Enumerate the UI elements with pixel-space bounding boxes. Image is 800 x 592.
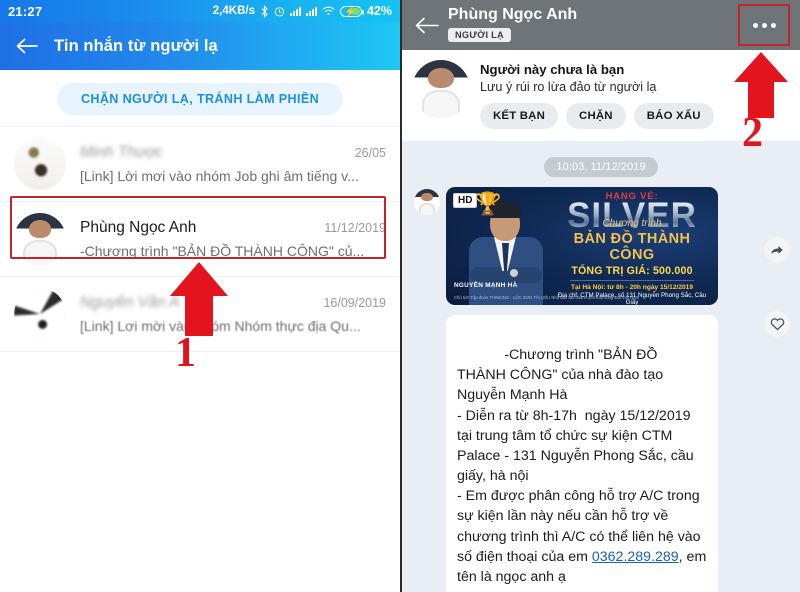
list-item-body: Phùng Ngọc Anh 11/12/2019 -Chương trình …	[80, 219, 386, 259]
list-item-header: Minh Thược 26/05	[80, 144, 386, 162]
wifi-icon	[322, 6, 335, 16]
banner-text-block: HẠNG VÉ: SILVER Chương trình BẢN ĐỒ THÀN…	[554, 191, 710, 305]
back-arrow-icon[interactable]	[14, 33, 40, 59]
annotation-step-number: 1	[175, 330, 196, 376]
status-badge: NGƯỜI LẠ	[448, 27, 511, 42]
list-item[interactable]: Nguyễn Văn A 16/09/2019 [Link] Lơi mời v…	[0, 277, 400, 352]
forward-icon	[764, 237, 790, 263]
list-item[interactable]: Phùng Ngọc Anh 11/12/2019 -Chương trình …	[0, 202, 400, 277]
hd-badge: HD	[453, 193, 478, 208]
avatar	[14, 138, 66, 190]
message-image-attachment[interactable]: HD 🏆 HẠNG VÉ: SILVER Chương trình BẢN ĐỒ…	[446, 187, 718, 305]
annotation-step-number: 2	[742, 110, 763, 156]
dot-icon	[770, 22, 776, 28]
block-strangers-banner: CHẶN NGƯỜI LẠ, TRÁNH LÀM PHIỀN	[0, 70, 400, 127]
right-phone-panel: Phùng Ngọc Anh NGƯỜI LẠ Người này chưa l…	[400, 0, 800, 592]
list-item-body: Minh Thược 26/05 [Link] Lời mơi vào nhóm…	[80, 144, 386, 184]
banner-speaker-name: NGUYỄN MẠNH HÀ	[454, 282, 518, 289]
block-strangers-button[interactable]: CHẶN NGƯỜI LẠ, TRÁNH LÀM PHIỀN	[56, 83, 344, 115]
message-date: 16/09/2019	[323, 296, 386, 310]
chat-top-bar: Phùng Ngọc Anh NGƯỜI LẠ	[402, 0, 800, 50]
alarm-icon	[274, 6, 285, 17]
message-snippet: [Link] Lơi mời vào nhóm Nhóm thực địa Qu…	[80, 318, 361, 334]
dot-icon	[761, 22, 767, 28]
avatar	[14, 213, 66, 265]
message-bubble[interactable]: -Chương trình "BẢN ĐỒ THÀNH CÔNG" của nh…	[446, 315, 718, 592]
message-text: -Chương trình "BẢN ĐỒ THÀNH CÔNG" của nh…	[457, 347, 701, 565]
chat-title-block: Phùng Ngọc Anh NGƯỜI LẠ	[448, 6, 578, 43]
chat-contact-name: Phùng Ngọc Anh	[448, 6, 578, 24]
list-item-body: Nguyễn Văn A 16/09/2019 [Link] Lơi mời v…	[80, 294, 386, 334]
heart-icon	[764, 311, 790, 337]
stranger-warning-subtitle: Lưu ý rúi ro lừa đảo từ người lạ	[480, 80, 657, 94]
banner-date-line: Tại Hà Nội: từ 8h - 20h ngày 15/12/2019	[570, 284, 694, 292]
more-options-button[interactable]	[738, 4, 790, 46]
battery-charging-icon: ⚡	[339, 5, 364, 18]
back-arrow-icon[interactable]	[412, 10, 442, 40]
add-friend-button[interactable]: KẾT BẠN	[480, 103, 559, 129]
bluetooth-icon	[260, 4, 269, 18]
forward-button[interactable]	[764, 237, 790, 263]
status-bar-clock: 21:27	[8, 3, 43, 19]
list-item-header: Nguyễn Văn A 16/09/2019	[80, 294, 386, 312]
screenshot-root: 21:27 2,4KB/s ⚡ 42% Tin nhắn từ người lạ…	[0, 0, 800, 592]
list-item-header: Phùng Ngọc Anh 11/12/2019	[80, 219, 386, 237]
chat-timestamp: 10:03, 11/12/2019	[544, 157, 658, 177]
signal-bars-icon	[289, 6, 301, 16]
avatar	[14, 288, 66, 340]
contact-name: Minh Thược	[80, 144, 163, 161]
speaker-photo	[464, 201, 548, 305]
conversation-list: Minh Thược 26/05 [Link] Lời mơi vào nhóm…	[0, 127, 400, 352]
chat-thread: 10:03, 11/12/2019 HD 🏆 HẠNG VÉ: SILVER C…	[402, 141, 800, 592]
contact-name: Nguyễn Văn A	[80, 294, 180, 311]
stranger-warning-title: Người này chưa là bạn	[480, 62, 625, 77]
like-button[interactable]	[764, 311, 790, 337]
banner-script: Chương trình	[602, 218, 662, 230]
message-snippet: -Chương trình "BẢN ĐỒ THÀNH CÔNG" củ...	[80, 243, 365, 259]
left-app-bar: Tin nhắn từ người lạ	[0, 22, 400, 70]
block-button[interactable]: CHẶN	[566, 103, 626, 129]
message-column: HD 🏆 HẠNG VÉ: SILVER Chương trình BẢN ĐỒ…	[446, 187, 788, 592]
phone-number-link[interactable]: 0362.289.289	[592, 549, 679, 565]
message-date: 26/05	[354, 146, 386, 160]
stranger-warning-card: Người này chưa là bạn Lưu ý rúi ro lừa đ…	[402, 50, 800, 141]
message-snippet: [Link] Lời mơi vào nhóm Job ghi âm tiếng…	[80, 168, 359, 184]
page-title: Tin nhắn từ người lạ	[54, 36, 218, 55]
report-button[interactable]: BÁO XẤU	[633, 103, 714, 129]
banner-title: BẢN ĐỒ THÀNH CÔNG	[573, 231, 691, 264]
dot-icon	[752, 22, 758, 28]
signal-bars-icon	[305, 6, 317, 16]
network-speed-label: 2,4KB/s	[212, 5, 255, 17]
left-phone-panel: 21:27 2,4KB/s ⚡ 42% Tin nhắn từ người lạ…	[0, 0, 400, 592]
battery-percent-label: 42%	[366, 4, 392, 18]
chat-timestamp-row: 10:03, 11/12/2019	[414, 157, 788, 177]
message-date: 11/12/2019	[324, 221, 386, 235]
avatar	[412, 60, 470, 118]
trophy-icon: 🏆	[474, 191, 502, 216]
avatar	[414, 189, 440, 215]
banner-speaker-subtitle: Chủ tịch Tập đoàn THINKING - LỘC SƠN TÀI…	[454, 294, 640, 300]
status-bar-icons: 2,4KB/s ⚡ 42%	[213, 4, 392, 18]
message-row: HD 🏆 HẠNG VÉ: SILVER Chương trình BẢN ĐỒ…	[414, 187, 788, 592]
status-bar: 21:27 2,4KB/s ⚡ 42%	[0, 0, 400, 22]
banner-value: TỔNG TRỊ GIÁ: 500.000	[571, 265, 693, 278]
list-item[interactable]: Minh Thược 26/05 [Link] Lời mơi vào nhóm…	[0, 127, 400, 202]
contact-name: Phùng Ngọc Anh	[80, 219, 197, 236]
